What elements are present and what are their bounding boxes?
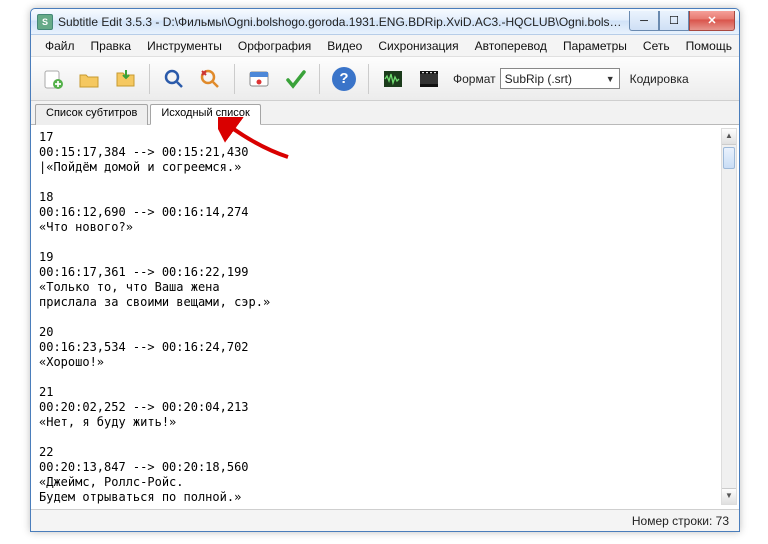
content-area: 17 00:15:17,384 --> 00:15:21,430 |«Пойдё… (31, 125, 739, 509)
menu-tools[interactable]: Инструменты (139, 36, 230, 56)
menubar: Файл Правка Инструменты Орфография Видео… (31, 35, 739, 57)
waveform-button[interactable] (377, 63, 409, 95)
spellcheck-button[interactable] (279, 63, 311, 95)
menu-spell[interactable]: Орфография (230, 36, 319, 56)
separator (319, 64, 320, 94)
help-button[interactable]: ? (328, 63, 360, 95)
app-icon: S (37, 14, 53, 30)
toolbar: ? Формат SubRip (.srt) ▼ Кодировка (31, 57, 739, 101)
tab-subtitle-list[interactable]: Список субтитров (35, 104, 148, 125)
separator (368, 64, 369, 94)
scroll-up-icon[interactable]: ▲ (722, 129, 736, 145)
menu-help[interactable]: Помощь (678, 36, 740, 56)
scroll-down-icon[interactable]: ▼ (722, 488, 736, 504)
format-combo[interactable]: SubRip (.srt) ▼ (500, 68, 620, 89)
chevron-down-icon: ▼ (606, 74, 615, 84)
menu-sync[interactable]: Сихронизация (370, 36, 466, 56)
statusbar: Номер строки: 73 (31, 509, 739, 531)
format-value: SubRip (.srt) (505, 72, 572, 86)
menu-video[interactable]: Видео (319, 36, 370, 56)
titlebar[interactable]: S Subtitle Edit 3.5.3 - D:\Фильмы\Ogni.b… (31, 9, 739, 35)
visual-sync-button[interactable] (243, 63, 275, 95)
save-button[interactable] (109, 63, 141, 95)
tab-source-list[interactable]: Исходный список (150, 104, 260, 125)
vertical-scrollbar[interactable]: ▲ ▼ (721, 128, 737, 505)
separator (149, 64, 150, 94)
close-button[interactable]: ✕ (689, 11, 735, 31)
menu-edit[interactable]: Правка (83, 36, 140, 56)
new-button[interactable] (37, 63, 69, 95)
format-label: Формат (453, 72, 496, 86)
replace-button[interactable] (194, 63, 226, 95)
status-line: Номер строки: 73 (632, 514, 729, 528)
menu-net[interactable]: Сеть (635, 36, 678, 56)
encoding-label: Кодировка (630, 72, 689, 86)
window-title: Subtitle Edit 3.5.3 - D:\Фильмы\Ogni.bol… (58, 15, 629, 29)
video-button[interactable] (413, 63, 445, 95)
menu-autotrans[interactable]: Автоперевод (467, 36, 555, 56)
menu-params[interactable]: Параметры (555, 36, 635, 56)
maximize-button[interactable]: ☐ (659, 11, 689, 31)
separator (234, 64, 235, 94)
find-button[interactable] (158, 63, 190, 95)
source-textarea[interactable]: 17 00:15:17,384 --> 00:15:21,430 |«Пойдё… (35, 128, 719, 505)
tab-strip: Список субтитров Исходный список (31, 101, 739, 125)
minimize-button[interactable]: ─ (629, 11, 659, 31)
open-button[interactable] (73, 63, 105, 95)
menu-file[interactable]: Файл (37, 36, 83, 56)
app-window: S Subtitle Edit 3.5.3 - D:\Фильмы\Ogni.b… (30, 8, 740, 532)
scroll-thumb[interactable] (723, 147, 735, 169)
